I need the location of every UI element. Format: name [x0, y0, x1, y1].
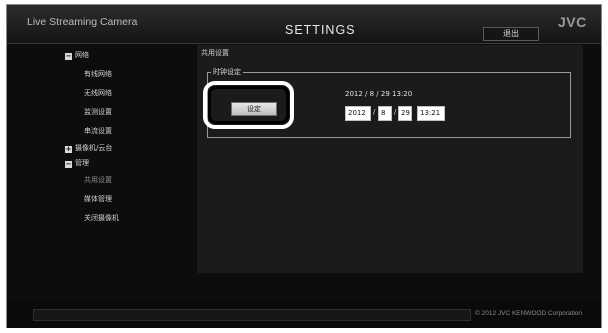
date-separator: / [394, 108, 397, 116]
copyright-text: © 2012 JVC KENWOOD Corporation [475, 310, 583, 317]
section-title: 共用设置 [201, 49, 229, 57]
sidebar-item-shutdown-camera[interactable]: 关闭摄像机 [84, 213, 119, 223]
clock-group-legend: 时钟设定 [211, 67, 243, 77]
month-input[interactable]: 8 [378, 106, 392, 121]
collapse-icon[interactable]: − [65, 53, 72, 60]
page-title: SETTINGS [285, 23, 356, 37]
time-input[interactable]: 13:21 [417, 106, 445, 121]
sidebar-item-media-management[interactable]: 媒体管理 [84, 194, 112, 204]
sidebar-item-streaming-settings[interactable]: 串流设置 [84, 126, 112, 136]
sidebar-group-camera[interactable]: + 摄像机/云台 [65, 143, 112, 153]
logout-button[interactable]: 退出 [483, 27, 539, 41]
year-input[interactable]: 2012 [345, 106, 371, 121]
current-datetime: 2012 / 8 / 29 13:20 [345, 90, 413, 98]
day-input[interactable]: 29 [398, 106, 412, 121]
sidebar-group-management[interactable]: − 管理 [65, 158, 89, 168]
sidebar-item-label: 管理 [75, 159, 89, 167]
settings-panel: 共用设置 时钟设定 设定 2012 / 8 / 29 13:20 2012 / … [197, 45, 583, 273]
jvc-logo: JVC [558, 14, 587, 30]
app-window: Live Streaming Camera SETTINGS 退出 JVC − 网… [6, 4, 602, 328]
status-bar: © 2012 JVC KENWOOD Corporation [7, 302, 601, 328]
highlight-ring-inner [208, 86, 289, 124]
sidebar-item-common-settings[interactable]: 共用设置 [84, 175, 112, 185]
sidebar-group-network[interactable]: − 网络 [65, 50, 89, 60]
sidebar-nav: − 网络 有线网络 无线网络 监测设置 串流设置 + 摄像机/云台 − 管理 共用设置… [15, 45, 195, 285]
app-title: Live Streaming Camera [27, 16, 138, 28]
sidebar-item-label: 摄像机/云台 [75, 144, 113, 152]
date-separator: / [373, 108, 376, 116]
sidebar-item-label: 网络 [75, 51, 89, 59]
expand-icon[interactable]: + [65, 146, 72, 153]
collapse-icon[interactable]: − [65, 161, 72, 168]
sidebar-item-wired-network[interactable]: 有线网络 [84, 69, 112, 79]
header-bar: Live Streaming Camera SETTINGS 退出 JVC [7, 5, 601, 44]
status-message-box [33, 309, 471, 321]
sidebar-item-wireless-network[interactable]: 无线网络 [84, 88, 112, 98]
sidebar-item-monitor-settings[interactable]: 监测设置 [84, 107, 112, 117]
